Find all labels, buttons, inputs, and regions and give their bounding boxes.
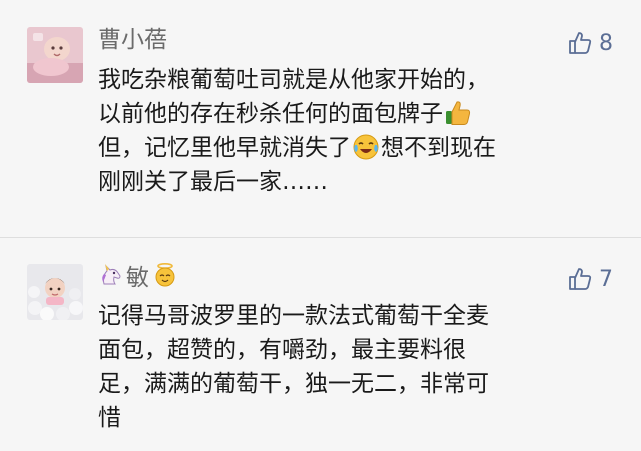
comment-author[interactable]: 敏	[98, 262, 180, 295]
thumbs-up-icon	[569, 268, 592, 290]
comment-line-text: 以前他的存在秒杀任何的面包牌子	[98, 101, 443, 127]
baby-photo-avatar-icon	[27, 27, 83, 83]
comment-line: 以前他的存在秒杀任何的面包牌子	[98, 97, 618, 131]
comment-body: 我吃杂粮葡萄吐司就是从他家开始的， 以前他的存在秒杀任何的面包牌子 但，记忆里他…	[98, 63, 618, 199]
comment-line: 但，记忆里他早就消失了 想不到现在	[98, 131, 618, 165]
child-in-ball-pit-avatar-icon	[27, 264, 83, 320]
comment-body: 记得马哥波罗里的一款法式葡萄干全麦 面包，超赞的，有嚼劲，最主要料很 足，满满的…	[98, 299, 618, 435]
angel-emoji-icon	[152, 262, 178, 295]
like-count: 7	[599, 266, 613, 292]
author-name: 曹小蓓	[98, 27, 167, 53]
comment-line: 惜	[98, 405, 121, 431]
comment-line: 面包，超赞的，有嚼劲，最主要料很	[98, 337, 466, 363]
comment-line: 足，满满的葡萄干，独一无二，非常可	[98, 371, 489, 397]
comment-author[interactable]: 曹小蓓	[98, 26, 167, 54]
comment-list: 曹小蓓 8 我吃杂粮葡萄吐司就是从他家开始的， 以前他的存在秒杀任何的面包牌子 …	[0, 0, 641, 451]
like-button[interactable]: 7	[567, 266, 613, 292]
divider	[0, 237, 641, 238]
comment-line: 我吃杂粮葡萄吐司就是从他家开始的，	[98, 67, 489, 93]
like-count: 8	[599, 30, 613, 56]
comment-line-text: 想不到现在	[381, 135, 496, 161]
comment-item: 敏 7 记得马哥波罗里的一款法式葡萄干全麦 面包，超赞的，有嚼劲，最主要料很 足…	[0, 252, 641, 451]
comment-line: 记得马哥波罗里的一款法式葡萄干全麦	[98, 303, 489, 329]
like-button[interactable]: 8	[567, 30, 613, 56]
author-name: 敏	[126, 265, 149, 291]
thumbs-up-icon	[569, 32, 592, 54]
unicorn-emoji-icon	[98, 262, 124, 295]
comment-item: 曹小蓓 8 我吃杂粮葡萄吐司就是从他家开始的， 以前他的存在秒杀任何的面包牌子 …	[0, 0, 641, 230]
crying-laughing-emoji-icon	[352, 133, 380, 171]
avatar[interactable]	[27, 264, 83, 320]
avatar[interactable]	[27, 27, 83, 83]
comment-line-text: 但，记忆里他早就消失了	[98, 135, 351, 161]
